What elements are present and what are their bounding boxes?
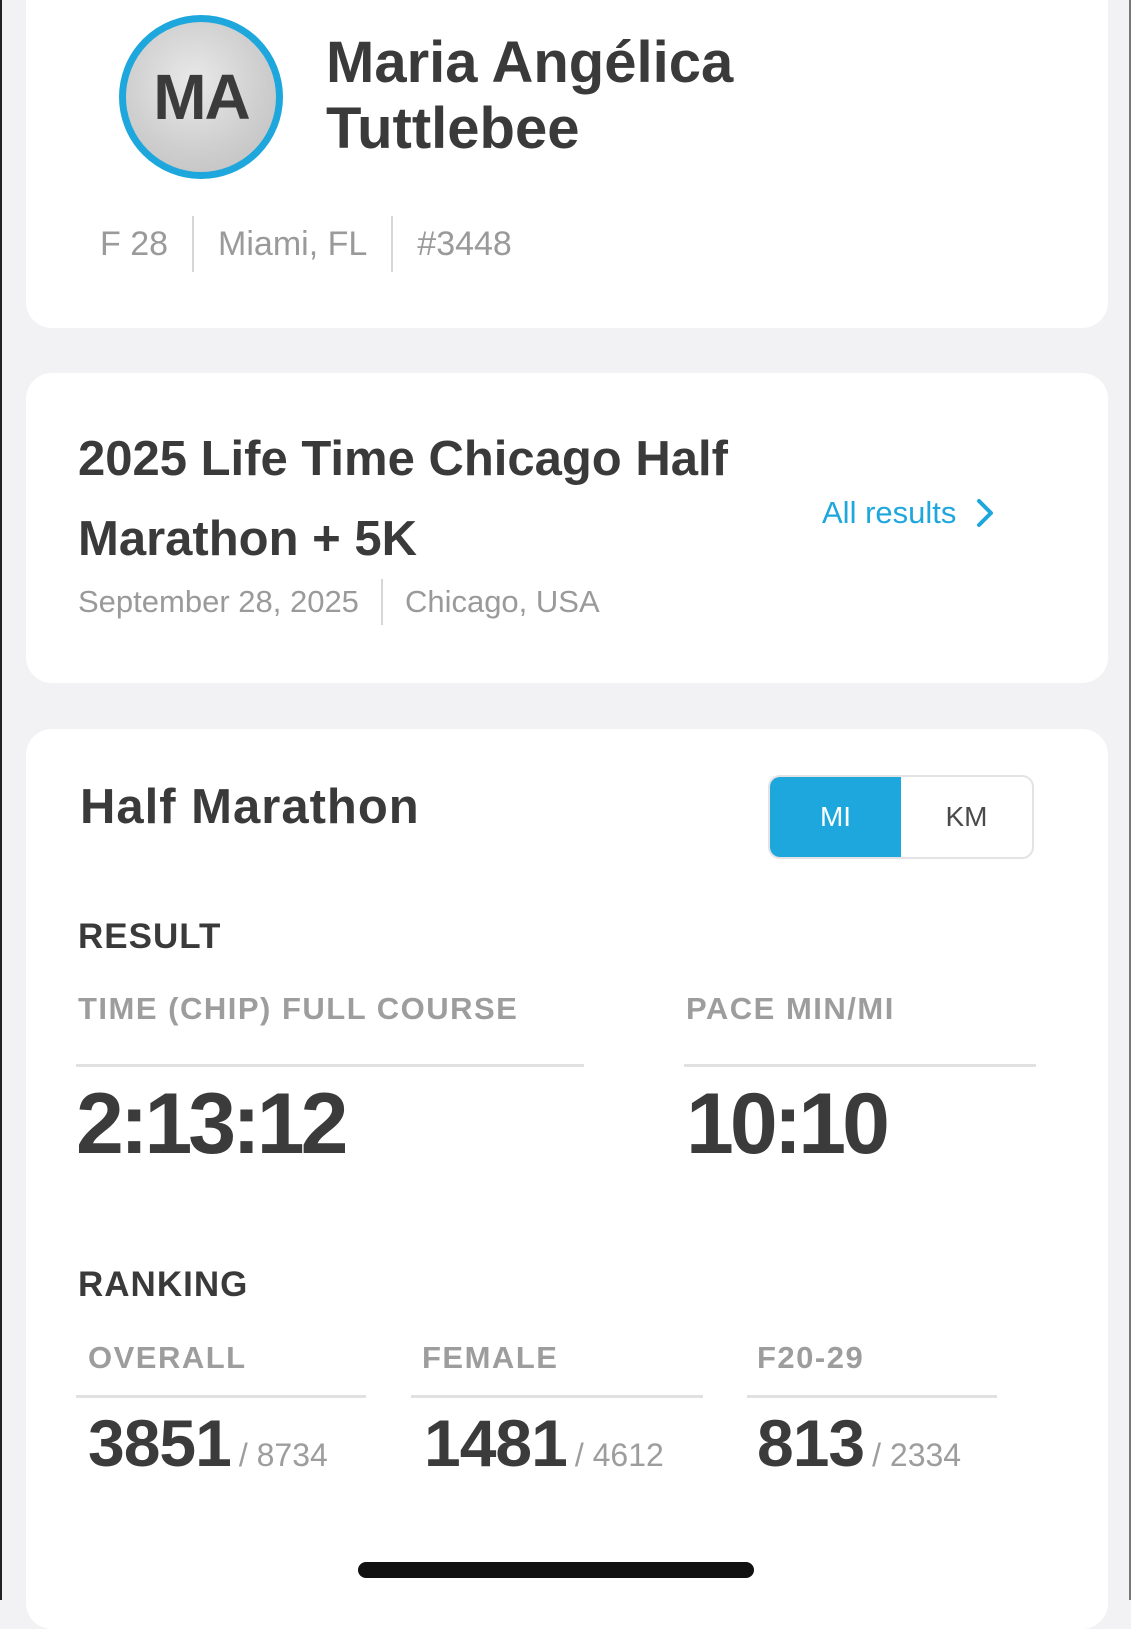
unit-km-button[interactable]: KM (901, 777, 1032, 857)
rank-overall-place: 3851 (88, 1406, 232, 1480)
event-meta: September 28, 2025 Chicago, USA (78, 579, 600, 625)
race-name: Half Marathon (80, 780, 420, 834)
athlete-name: Maria Angélica Tuttlebee (326, 30, 734, 161)
divider (380, 579, 383, 625)
divider (76, 1395, 366, 1398)
athlete-gender-age: F 28 (100, 224, 169, 263)
rank-label-age-group: F20-29 (757, 1340, 865, 1375)
divider (76, 1064, 584, 1067)
chevron-right-icon (977, 499, 994, 527)
rank-label-female: FEMALE (422, 1340, 559, 1375)
event-date: September 28, 2025 (78, 584, 359, 619)
event-title: 2025 Life Time Chicago Half Marathon + 5… (78, 432, 728, 566)
divider (747, 1395, 997, 1398)
divider (684, 1064, 1036, 1067)
pace-label: PACE MIN/MI (686, 991, 895, 1026)
time-label: TIME (CHIP) FULL COURSE (78, 991, 519, 1026)
result-heading: RESULT (78, 917, 222, 956)
unit-toggle: MI KM (768, 775, 1034, 859)
event-location: Chicago, USA (404, 584, 600, 619)
all-results-label: All results (822, 495, 957, 530)
rank-age-group-place: 813 (757, 1406, 865, 1480)
rank-female-total: / 4612 (574, 1437, 664, 1473)
pace-value: 10:10 (686, 1076, 890, 1172)
unit-mi-button[interactable]: MI (770, 777, 901, 857)
athlete-location: Miami, FL (218, 224, 368, 263)
rank-age-group: 813 / 2334 (757, 1405, 961, 1481)
ranking-heading: RANKING (78, 1265, 249, 1304)
divider (411, 1395, 703, 1398)
rank-age-group-total: / 2334 (872, 1437, 962, 1473)
race-result-card: Half Marathon MI KM RESULT TIME (CHIP) F… (26, 729, 1108, 1629)
home-indicator[interactable] (358, 1562, 754, 1578)
rank-overall: 3851 / 8734 (88, 1405, 328, 1481)
rank-female-place: 1481 (424, 1406, 568, 1480)
rank-label-overall: OVERALL (88, 1340, 247, 1375)
rank-female: 1481 / 4612 (424, 1405, 664, 1481)
athlete-bib: #3448 (417, 224, 512, 263)
rank-overall-total: / 8734 (238, 1437, 328, 1473)
all-results-link[interactable]: All results (822, 495, 994, 531)
app-frame: MA Maria Angélica Tuttlebee F 28 Miami, … (0, 0, 1131, 1629)
divider (391, 216, 394, 272)
athlete-meta: F 28 Miami, FL #3448 (100, 216, 512, 272)
athlete-profile-card: MA Maria Angélica Tuttlebee F 28 Miami, … (26, 0, 1108, 328)
event-card: 2025 Life Time Chicago Half Marathon + 5… (26, 373, 1108, 683)
divider (192, 216, 195, 272)
avatar: MA (119, 15, 283, 179)
time-value: 2:13:12 (76, 1076, 348, 1172)
avatar-initials: MA (153, 61, 251, 133)
